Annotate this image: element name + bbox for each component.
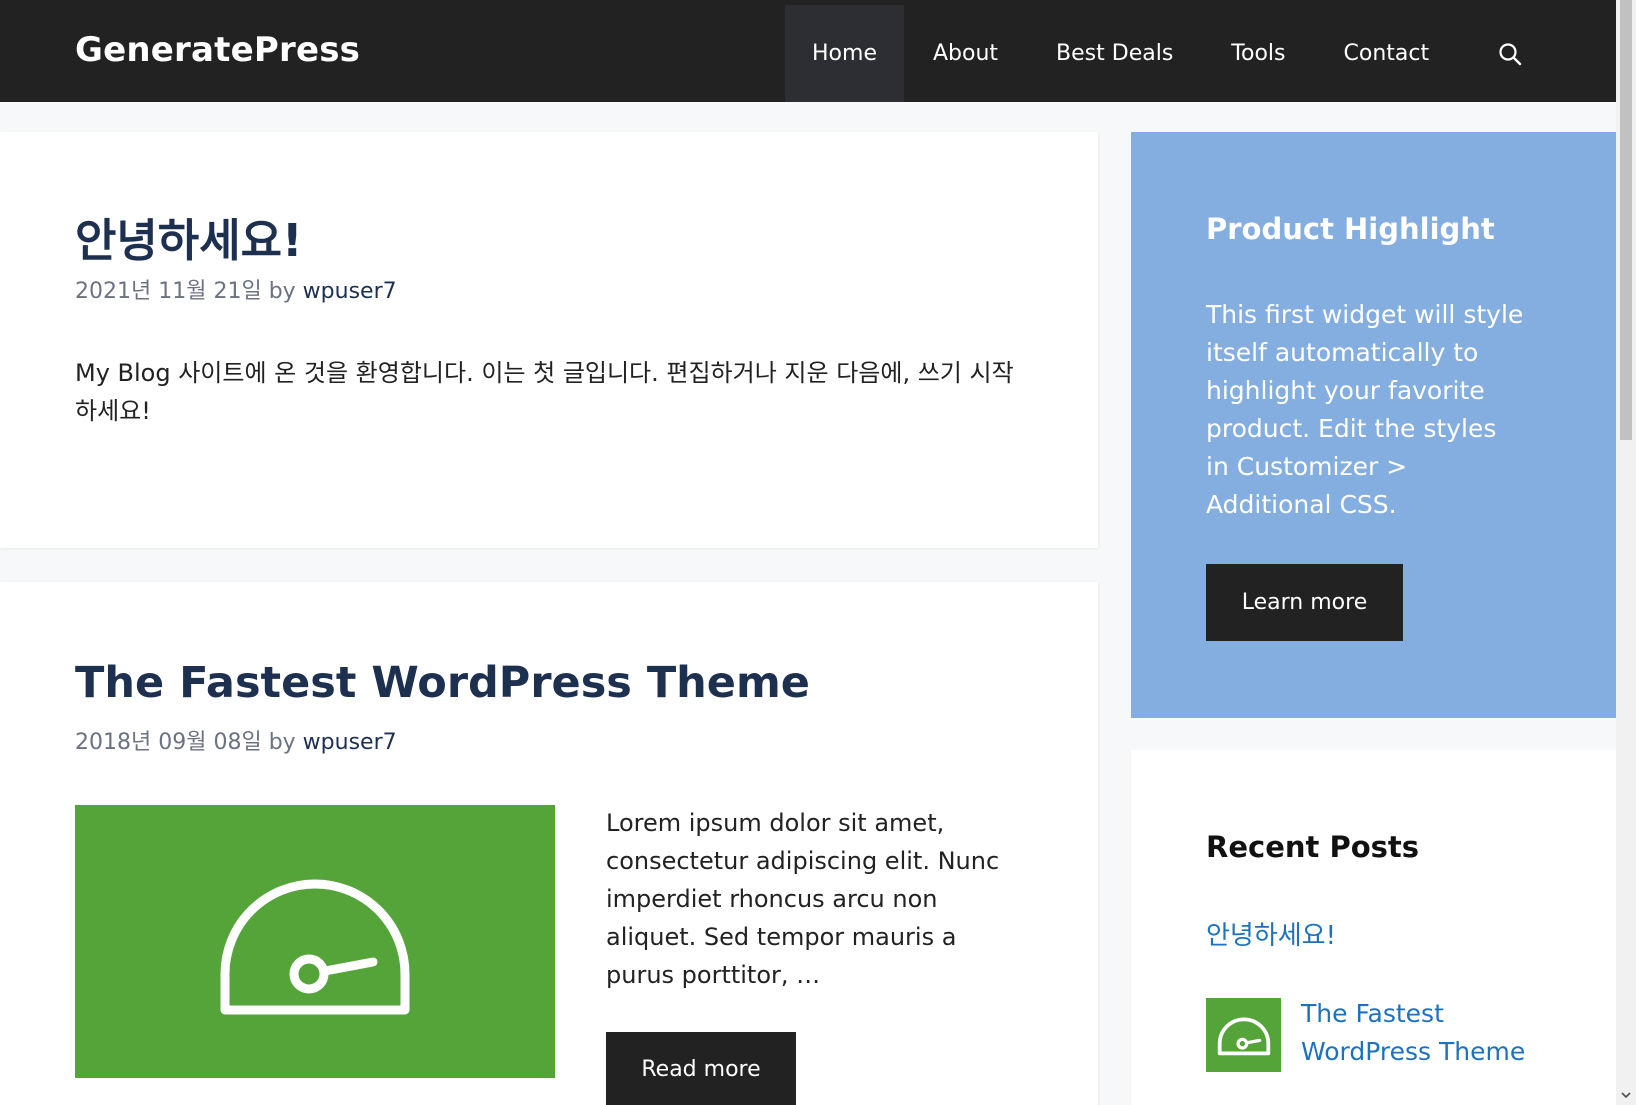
read-more-button[interactable]: Read more [606,1032,796,1105]
nav-item-tools[interactable]: Tools [1202,5,1314,102]
recent-post-thumbnail[interactable] [1206,998,1281,1072]
product-highlight-widget: Product Highlight This first widget will… [1131,132,1616,718]
speedometer-icon [1217,1017,1270,1056]
post-date[interactable]: 2018년 09월 08일 [75,730,262,755]
nav-item-contact[interactable]: Contact [1315,5,1459,102]
post-article: The Fastest WordPress Theme 2018년 09월 08… [0,582,1098,1105]
widget-text: This first widget will style itself auto… [1206,300,1524,519]
scrollbar[interactable] [1616,0,1636,1105]
post-excerpt: Lorem ipsum dolor sit amet, consectetur … [606,809,1000,989]
post-author-link[interactable]: wpuser7 [303,730,397,755]
page: GeneratePress Home About Best Deals Tool… [0,0,1636,1105]
widget-title: Recent Posts [1206,830,1420,864]
post-date[interactable]: 2021년 11월 21일 [75,279,262,304]
main-navigation: Home About Best Deals Tools Contact [785,5,1458,102]
widget-title: Product Highlight [1206,212,1495,246]
nav-item-best-deals[interactable]: Best Deals [1027,5,1202,102]
post-article: 안녕하세요! 2021년 11월 21일 by wpuser7 My Blog … [0,132,1098,548]
featured-image[interactable] [75,805,555,1078]
post-content: My Blog 사이트에 온 것을 환영합니다. 이는 첫 글입니다. 편집하거… [75,359,1014,425]
post-meta: 2018년 09월 08일 by wpuser7 [75,724,397,756]
search-icon [1499,42,1522,65]
chevron-down-icon [1621,1092,1631,1099]
post-by-label: by [268,279,296,304]
post-author-link[interactable]: wpuser7 [303,279,397,304]
site-header: GeneratePress Home About Best Deals Tool… [0,0,1616,102]
post-title-link[interactable]: 안녕하세요! [75,204,303,269]
search-button[interactable] [1480,5,1540,102]
recent-post-link[interactable]: 안녕하세요! [1206,915,1336,952]
scrollbar-thumb[interactable] [1620,0,1632,440]
learn-more-button[interactable]: Learn more [1206,564,1403,641]
post-title-link[interactable]: The Fastest WordPress Theme [75,658,810,708]
nav-item-about[interactable]: About [904,5,1027,102]
post-meta: 2021년 11월 21일 by wpuser7 [75,273,397,305]
recent-post-link[interactable]: The Fastest WordPress Theme [1301,995,1561,1071]
post-by-label: by [268,730,296,755]
speedometer-icon [220,879,410,1014]
recent-posts-widget: Recent Posts 안녕하세요! The Fastest WordPres… [1131,750,1616,1105]
scroll-down-arrow[interactable] [1616,1085,1636,1105]
site-title[interactable]: GeneratePress [75,30,360,70]
nav-item-home[interactable]: Home [785,5,904,102]
